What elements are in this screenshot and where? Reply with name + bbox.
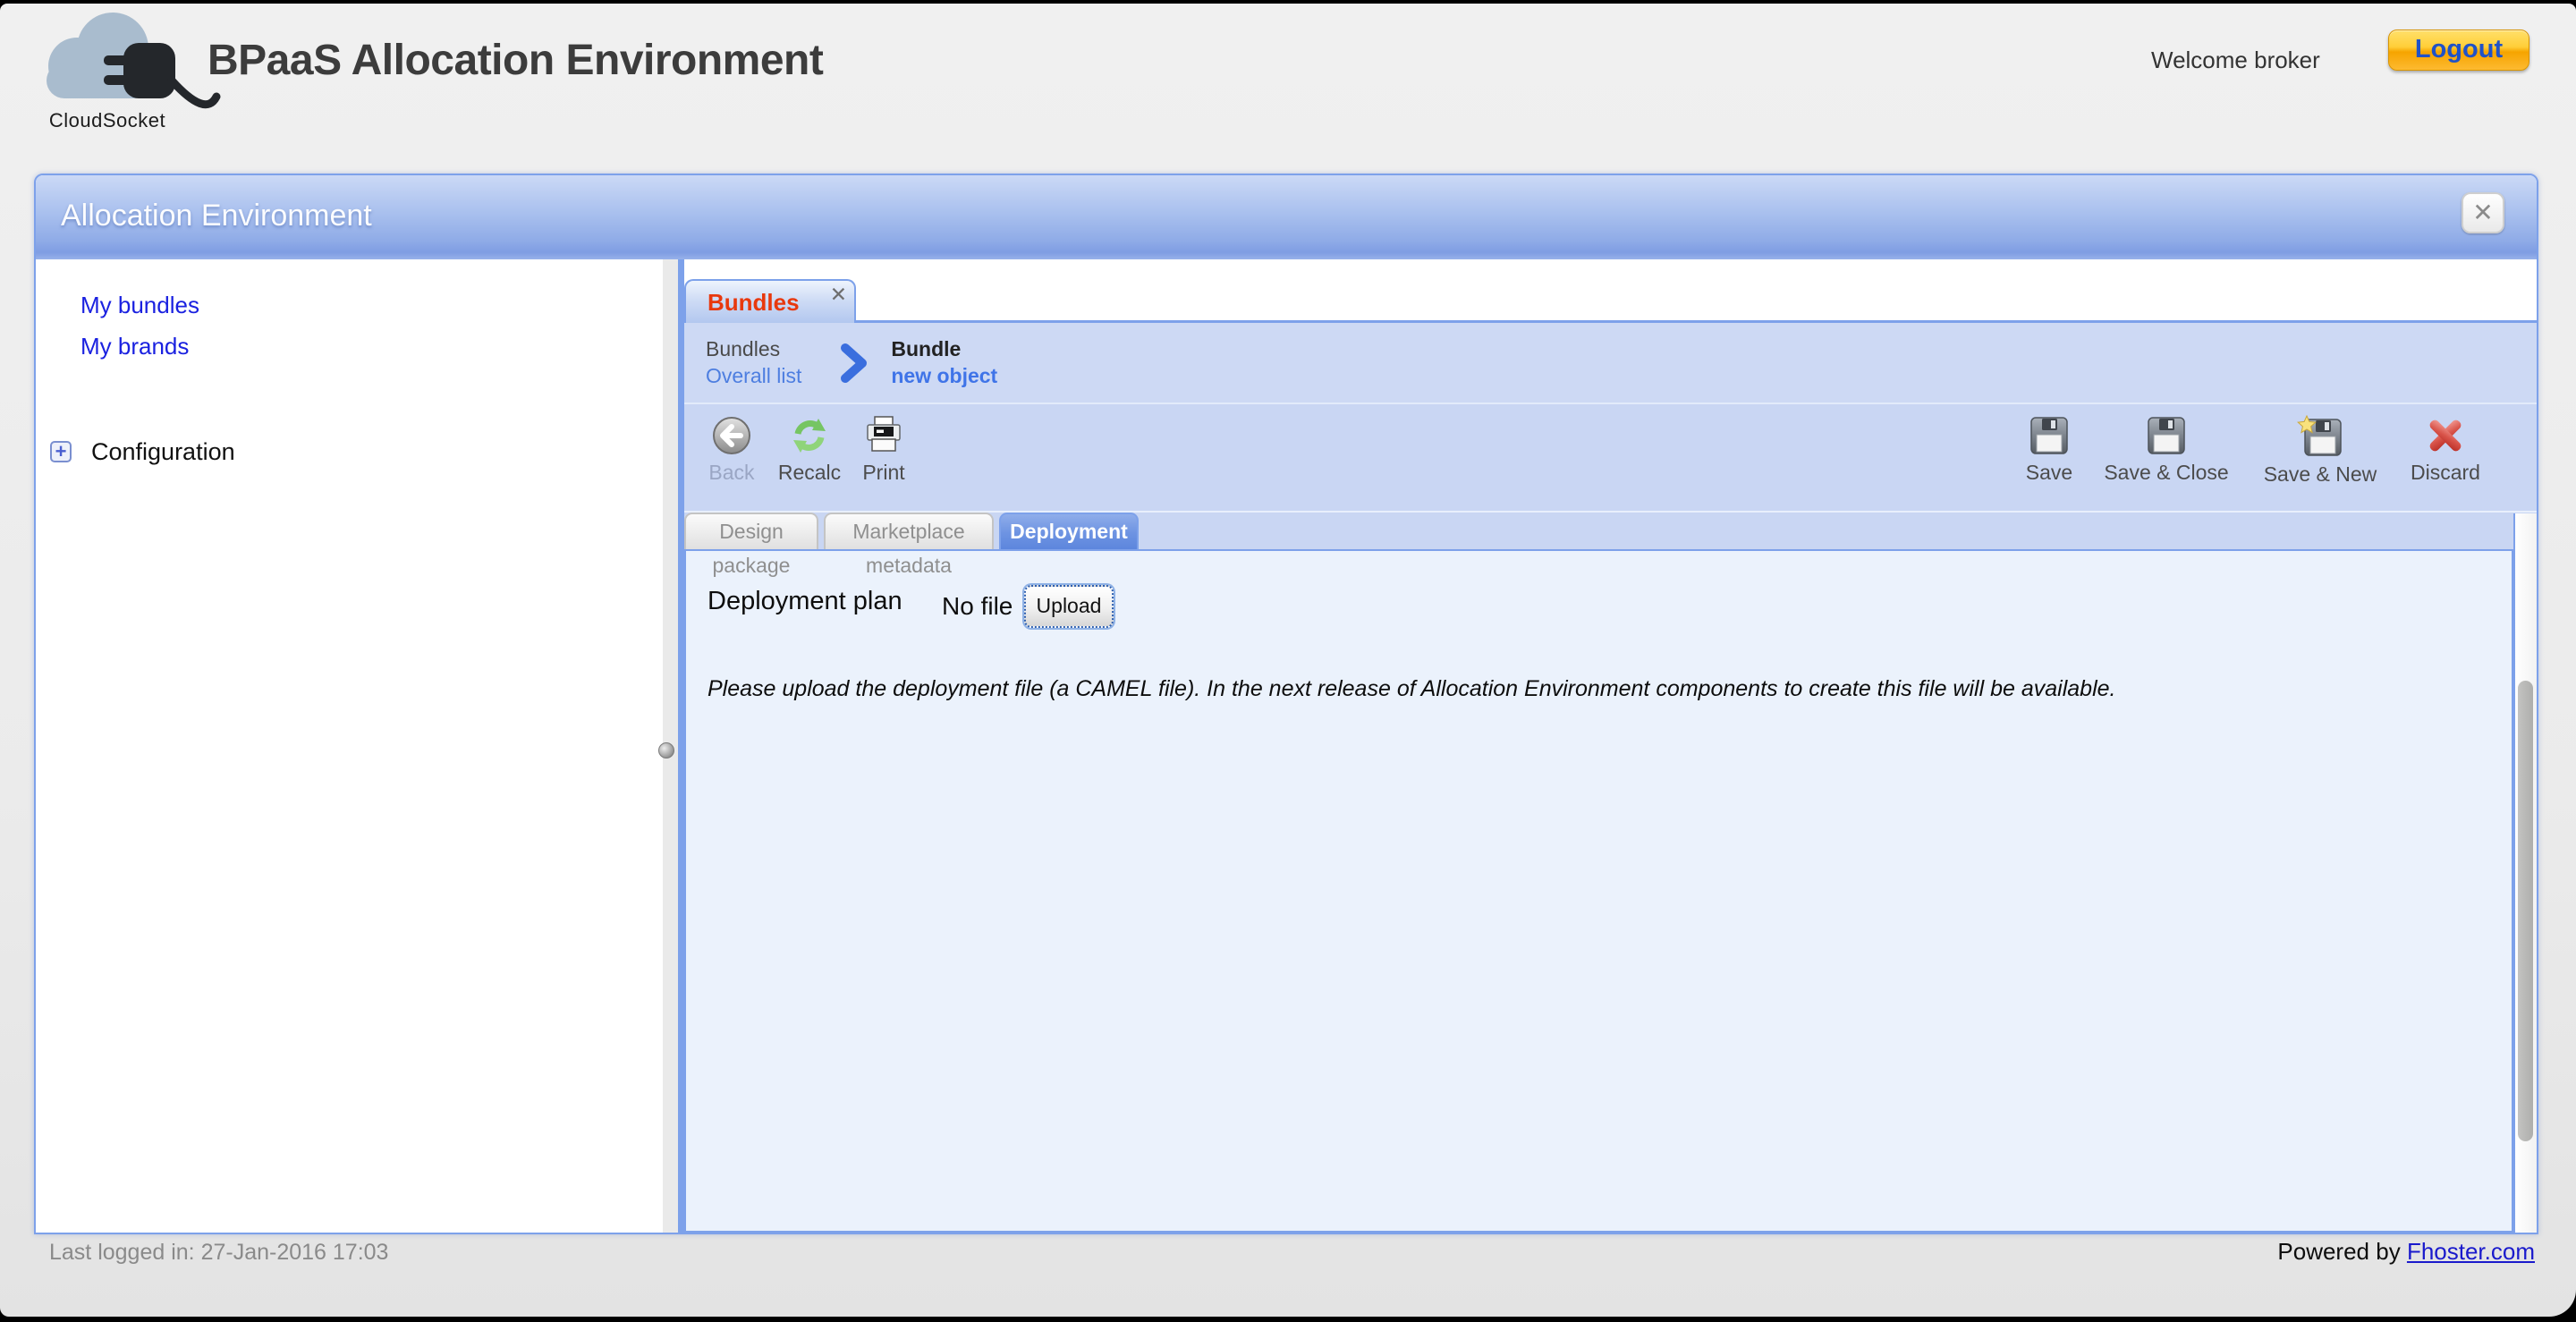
screen: CloudSocket BPaaS Allocation Environment…: [0, 0, 2576, 1322]
tab-bundles[interactable]: Bundles ✕: [684, 279, 856, 323]
main-panel: Bundles ✕ Bundles Overall list: [684, 259, 2537, 1233]
print-label: Print: [862, 461, 904, 485]
logout-button[interactable]: Logout: [2388, 30, 2529, 71]
breadcrumb: Bundles Overall list Bundle new object: [684, 323, 2537, 403]
save-new-icon: [2297, 415, 2343, 458]
breadcrumb-title: Bundles: [706, 337, 801, 361]
welcome-text: Welcome broker: [2151, 47, 2320, 74]
tab-deployment[interactable]: Deployment: [999, 513, 1139, 549]
chevron-right-icon: [841, 343, 868, 383]
tab-bundles-label: Bundles: [708, 289, 800, 317]
save-icon: [2029, 415, 2070, 456]
scrollbar-thumb[interactable]: [2518, 681, 2533, 1141]
allocation-environment-window: Allocation Environment ✕ My bundles My b…: [34, 174, 2538, 1234]
back-icon: [711, 415, 752, 456]
print-button[interactable]: Print: [839, 415, 928, 504]
splitter-handle[interactable]: [658, 742, 674, 758]
save-button[interactable]: Save: [2004, 415, 2094, 504]
toolbar: Back Recalc: [684, 403, 2537, 511]
save-and-new-button[interactable]: Save & New: [2246, 415, 2394, 504]
save-and-close-label: Save & Close: [2104, 461, 2228, 485]
fhoster-link[interactable]: Fhoster.com: [2407, 1238, 2535, 1265]
discard-button[interactable]: Discard: [2396, 415, 2495, 504]
file-status-text: No file: [942, 592, 1013, 621]
powered-by-text: Powered by: [2277, 1238, 2400, 1265]
window-body: My bundles My brands + Configuration Bund…: [36, 259, 2537, 1233]
powered-by: Powered by Fhoster.com: [2277, 1238, 2535, 1266]
save-label: Save: [2026, 461, 2072, 485]
expand-plus-icon[interactable]: +: [50, 441, 72, 462]
recalc-label: Recalc: [778, 461, 841, 485]
back-button[interactable]: Back: [687, 415, 776, 504]
tab-close-icon[interactable]: ✕: [830, 283, 847, 307]
page-title: BPaaS Allocation Environment: [208, 36, 823, 85]
breadcrumb-item-bundles: Bundles Overall list: [706, 337, 801, 388]
logo-caption: CloudSocket: [27, 109, 188, 132]
discard-label: Discard: [2411, 461, 2480, 485]
discard-icon: [2425, 415, 2466, 456]
vertical-scrollbar[interactable]: [2513, 513, 2537, 1233]
deployment-note: Please upload the deployment file (a CAM…: [708, 676, 2461, 702]
tab-strip: Bundles ✕: [684, 259, 2537, 323]
tab-marketplace-metadata[interactable]: Marketplace metadata: [824, 513, 994, 549]
breadcrumb-item-bundle: Bundle new object: [891, 337, 997, 388]
sidebar-item-my-brands[interactable]: My brands: [80, 333, 189, 360]
sidebar-item-my-bundles[interactable]: My bundles: [80, 292, 199, 319]
app-background: CloudSocket BPaaS Allocation Environment…: [0, 4, 2576, 1317]
back-label: Back: [708, 461, 754, 485]
save-and-new-label: Save & New: [2264, 462, 2377, 487]
print-icon: [863, 415, 904, 456]
window-close-button[interactable]: ✕: [2462, 192, 2504, 233]
breadcrumb-link-overall-list[interactable]: Overall list: [706, 364, 801, 388]
save-close-icon: [2146, 415, 2187, 456]
window-titlebar: Allocation Environment ✕: [36, 175, 2537, 259]
deployment-plan-label: Deployment plan: [708, 587, 902, 616]
sidebar: My bundles My brands + Configuration: [36, 259, 663, 1233]
sidebar-item-label: Configuration: [91, 438, 235, 465]
save-and-close-button[interactable]: Save & Close: [2090, 415, 2242, 504]
sidebar-item-configuration[interactable]: + Configuration: [50, 438, 235, 466]
breadcrumb-subtitle-new-object: new object: [891, 364, 997, 388]
cloudsocket-logo-icon: [30, 11, 223, 118]
recalc-icon: [789, 415, 830, 456]
subtab-strip: Design package Marketplace metadata Depl…: [684, 511, 2537, 549]
window-title: Allocation Environment: [61, 199, 372, 233]
last-login-text: Last logged in: 27-Jan-2016 17:03: [49, 1240, 388, 1266]
splitter-accent-bar: [678, 259, 684, 1233]
upload-button[interactable]: Upload: [1024, 585, 1114, 628]
tab-design-package[interactable]: Design package: [684, 513, 818, 549]
deployment-tab-panel: Deployment plan No file Upload Please up…: [684, 549, 2513, 1233]
breadcrumb-title: Bundle: [891, 337, 997, 361]
